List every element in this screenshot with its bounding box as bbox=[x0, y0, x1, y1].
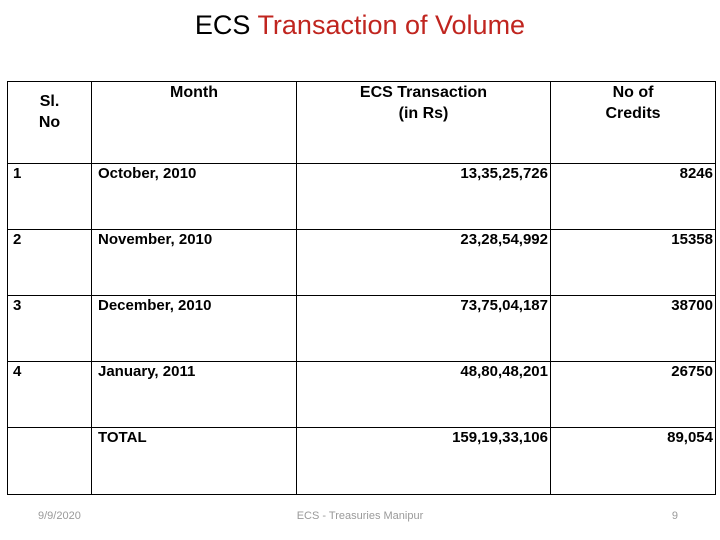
ecs-transaction-table-container: Sl. No Month ECS Transaction (in Rs) No … bbox=[7, 81, 716, 495]
footer-title: ECS - Treasuries Manipur bbox=[296, 510, 424, 522]
cell-month: October, 2010 bbox=[91, 163, 297, 230]
table-body: 1 October, 2010 13,35,25,726 8246 2 Nove… bbox=[7, 163, 716, 495]
cell-month: January, 2011 bbox=[91, 361, 297, 428]
footer-page-number: 9 bbox=[671, 510, 678, 522]
cell-credits: 8246 bbox=[550, 163, 716, 230]
table-total-row: TOTAL 159,19,33,106 89,054 bbox=[7, 427, 716, 495]
cell-credits: 15358 bbox=[550, 229, 716, 296]
column-header-slno-line2: No bbox=[38, 114, 61, 131]
column-header-slno: Sl. No bbox=[7, 81, 92, 164]
cell-slno: 4 bbox=[7, 361, 92, 428]
cell-total-amount: 159,19,33,106 bbox=[296, 427, 551, 495]
page-title-prefix: ECS bbox=[194, 10, 258, 40]
cell-credits: 26750 bbox=[550, 361, 716, 428]
table-header: Sl. No Month ECS Transaction (in Rs) No … bbox=[7, 81, 716, 164]
cell-amount: 23,28,54,992 bbox=[296, 229, 551, 296]
column-header-month: Month bbox=[91, 81, 297, 164]
table-row: 1 October, 2010 13,35,25,726 8246 bbox=[7, 163, 716, 230]
column-header-slno-line1: Sl. bbox=[39, 93, 60, 110]
column-header-amount-line2: (in Rs) bbox=[398, 105, 449, 122]
ecs-transaction-table: Sl. No Month ECS Transaction (in Rs) No … bbox=[7, 81, 716, 495]
table-row: 3 December, 2010 73,75,04,187 38700 bbox=[7, 295, 716, 362]
column-header-month-line1: Month bbox=[170, 84, 218, 101]
column-header-amount-line1: ECS Transaction bbox=[359, 84, 488, 101]
cell-amount: 48,80,48,201 bbox=[296, 361, 551, 428]
column-header-credits-line1: No of bbox=[612, 84, 654, 101]
table-header-row: Sl. No Month ECS Transaction (in Rs) No … bbox=[7, 81, 716, 164]
column-header-amount: ECS Transaction (in Rs) bbox=[296, 81, 551, 164]
cell-credits: 38700 bbox=[550, 295, 716, 362]
cell-slno: 2 bbox=[7, 229, 92, 296]
cell-slno: 1 bbox=[7, 163, 92, 230]
page-title-highlight: Transaction of Volume bbox=[257, 10, 526, 40]
table-row: 2 November, 2010 23,28,54,992 15358 bbox=[7, 229, 716, 296]
slide-footer: 9/9/2020 ECS - Treasuries Manipur 9 bbox=[0, 505, 720, 527]
column-header-credits-line2: Credits bbox=[605, 105, 661, 122]
cell-month: November, 2010 bbox=[91, 229, 297, 296]
table-row: 4 January, 2011 48,80,48,201 26750 bbox=[7, 361, 716, 428]
column-header-credits: No of Credits bbox=[550, 81, 716, 164]
cell-slno: 3 bbox=[7, 295, 92, 362]
cell-slno bbox=[7, 427, 92, 495]
page-title: ECS Transaction of Volume bbox=[0, 8, 720, 42]
cell-amount: 73,75,04,187 bbox=[296, 295, 551, 362]
cell-total-credits: 89,054 bbox=[550, 427, 716, 495]
cell-month: December, 2010 bbox=[91, 295, 297, 362]
cell-amount: 13,35,25,726 bbox=[296, 163, 551, 230]
cell-total-label: TOTAL bbox=[91, 427, 297, 495]
